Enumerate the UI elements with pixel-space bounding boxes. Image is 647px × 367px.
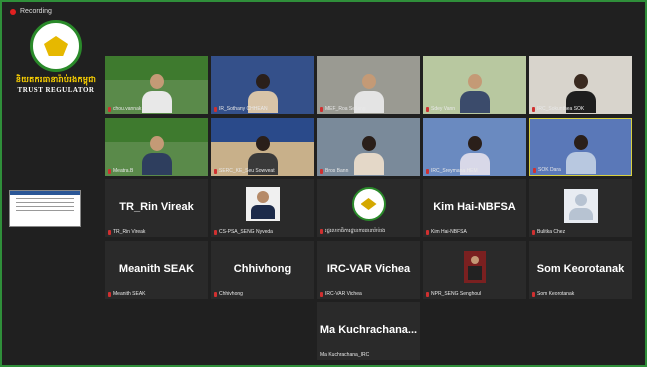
participant-name: រដ្ឋលេខាធិការដ្ឋានការធានារ៉ាប់រង bbox=[325, 228, 386, 234]
avatar bbox=[351, 187, 386, 221]
avatar bbox=[245, 187, 280, 221]
participant-name: IRC_Sokunthea SOK bbox=[537, 106, 585, 112]
participant-name: IR_Sothany CHHEAN bbox=[219, 106, 268, 112]
participant-tile[interactable]: Ma Kuchrachana... Ma Kuchrachana_IRC bbox=[317, 302, 420, 360]
participant-name: Meatra.B bbox=[113, 168, 134, 174]
shared-screen-thumbnail[interactable] bbox=[9, 190, 81, 227]
participant-name: SOK Dara bbox=[538, 167, 561, 173]
participant-tile[interactable]: រដ្ឋលេខាធិការដ្ឋានការធានារ៉ាប់រង bbox=[317, 179, 420, 237]
participant-display-name: Kim Hai-NBFSA bbox=[433, 200, 516, 213]
participant-tile[interactable]: Meanith SEAK Meanith SEAK bbox=[105, 241, 208, 299]
participant-display-name: Meanith SEAK bbox=[118, 262, 195, 275]
participant-tile[interactable]: IRC_Sokunthea SOK bbox=[529, 56, 632, 114]
participant-display-name: TR_Rin Vireak bbox=[119, 200, 194, 213]
logo-khmer-text: និយតករធានារ៉ាប់រងកម្ពុជា bbox=[15, 75, 97, 84]
recording-indicator: Recording bbox=[10, 8, 52, 15]
participant-name: Sdey Vann bbox=[431, 106, 456, 112]
participant-tile[interactable]: MEF_Roa Sellang bbox=[317, 56, 420, 114]
participant-name: CS-PSA_SENG Nyveda bbox=[219, 229, 273, 235]
organization-logo: និយតករធានារ៉ាប់រងកម្ពុជា TRUST REGULATOR bbox=[10, 20, 102, 102]
participant-name: Chhivhong bbox=[219, 291, 243, 297]
participant-tile[interactable]: Kim Hai-NBFSA Kim Hai-NBFSA bbox=[423, 179, 526, 237]
participant-tile[interactable]: SERC_KE_Seu Sowveat bbox=[211, 118, 314, 176]
participant-tile[interactable]: CS-PSA_SENG Nyveda bbox=[211, 179, 314, 237]
logo-english-text: TRUST REGULATOR bbox=[17, 86, 95, 94]
participant-tile[interactable]: Chhivhong Chhivhong bbox=[211, 241, 314, 299]
participant-name: Bulitka Chez bbox=[537, 229, 566, 235]
participant-name: MEF_Roa Sellang bbox=[325, 106, 366, 112]
avatar bbox=[463, 251, 486, 283]
participant-display-name: Ma Kuchrachana... bbox=[319, 323, 418, 336]
participant-tile[interactable]: Meatra.B bbox=[105, 118, 208, 176]
participant-tile[interactable]: Som Keorotanak Som Keorotanak bbox=[529, 241, 632, 299]
participant-name: Bros Bann bbox=[325, 168, 349, 174]
recording-dot-icon bbox=[10, 8, 16, 15]
participant-name: IRC-VAR Vichea bbox=[325, 291, 362, 297]
avatar bbox=[563, 189, 598, 223]
participant-name: NPR_SENG Senghoul bbox=[431, 291, 482, 297]
participant-tile[interactable]: NPR_SENG Senghoul bbox=[423, 241, 526, 299]
recording-label: Recording bbox=[20, 8, 52, 15]
participant-name: Som Keorotanak bbox=[537, 291, 575, 297]
participant-name: TR_Rin Vireak bbox=[113, 229, 146, 235]
participant-tile-active-speaker[interactable]: SOK Dara bbox=[529, 118, 632, 176]
participant-name: chou.vannak bbox=[113, 106, 142, 112]
participant-name: IRC_Sreymana HEM bbox=[431, 168, 478, 174]
meeting-window: Recording និយតករធានារ៉ាប់រងកម្ពុជា TRUST… bbox=[0, 0, 647, 367]
participant-tile[interactable]: IRC_Sreymana HEM bbox=[423, 118, 526, 176]
participant-tile[interactable]: chou.vannak bbox=[105, 56, 208, 114]
participant-tile[interactable]: IR_Sothany CHHEAN bbox=[211, 56, 314, 114]
participant-tile[interactable]: TR_Rin Vireak TR_Rin Vireak bbox=[105, 179, 208, 237]
participant-name: Ma Kuchrachana_IRC bbox=[320, 352, 370, 358]
trust-regulator-seal-icon bbox=[30, 20, 82, 72]
participant-name: Meanith SEAK bbox=[113, 291, 146, 297]
participant-name: SERC_KE_Seu Sowveat bbox=[219, 168, 275, 174]
participant-tile[interactable]: IRC-VAR Vichea IRC-VAR Vichea bbox=[317, 241, 420, 299]
participant-name: Kim Hai-NBFSA bbox=[431, 229, 467, 235]
participant-display-name: IRC-VAR Vichea bbox=[326, 262, 411, 275]
participant-tile[interactable]: Bulitka Chez bbox=[529, 179, 632, 237]
participant-display-name: Som Keorotanak bbox=[536, 262, 625, 275]
participant-display-name: Chhivhong bbox=[233, 262, 292, 275]
participant-tile[interactable]: Bros Bann bbox=[317, 118, 420, 176]
participant-tile[interactable]: Sdey Vann bbox=[423, 56, 526, 114]
